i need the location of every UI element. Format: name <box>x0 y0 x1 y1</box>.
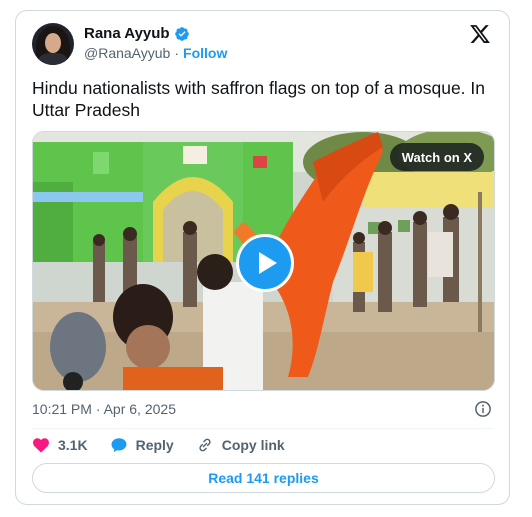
read-replies-button[interactable]: Read 141 replies <box>32 463 495 493</box>
copy-link-label: Copy link <box>221 437 285 453</box>
actions-divider <box>32 428 493 429</box>
author-handle[interactable]: @RanaAyyub <box>84 45 170 61</box>
like-count: 3.1K <box>58 437 88 453</box>
avatar[interactable] <box>32 23 74 65</box>
author-name-row: Rana Ayyub <box>84 25 190 42</box>
reply-button[interactable]: Reply <box>110 436 174 454</box>
like-button[interactable]: 3.1K <box>32 436 88 454</box>
heart-icon <box>33 438 49 453</box>
follow-button[interactable]: Follow <box>183 45 227 61</box>
play-button[interactable] <box>236 234 294 292</box>
tweet-text: Hindu nationalists with saffron flags on… <box>32 78 486 120</box>
verified-badge-icon <box>174 26 189 41</box>
info-icon[interactable] <box>474 400 492 418</box>
tweet-timestamp[interactable]: 10:21 PM · Apr 6, 2025 <box>32 401 176 417</box>
author-handle-row: @RanaAyyub · Follow <box>84 45 227 61</box>
tweet-actions: 3.1K Reply Copy link <box>32 435 307 455</box>
x-logo-icon[interactable] <box>469 23 491 45</box>
reply-bubble-icon <box>111 438 127 453</box>
embedded-tweet-card: Rana Ayyub @RanaAyyub · Follow Hindu nat… <box>15 10 510 505</box>
link-icon <box>199 438 211 452</box>
reply-label: Reply <box>135 437 174 453</box>
copy-link-button[interactable]: Copy link <box>196 436 285 454</box>
watch-on-x-button[interactable]: Watch on X <box>389 143 484 171</box>
play-icon <box>258 252 277 274</box>
separator-dot: · <box>174 45 180 61</box>
author-name[interactable]: Rana Ayyub <box>84 25 170 42</box>
video-thumbnail[interactable]: Watch on X <box>32 131 495 391</box>
